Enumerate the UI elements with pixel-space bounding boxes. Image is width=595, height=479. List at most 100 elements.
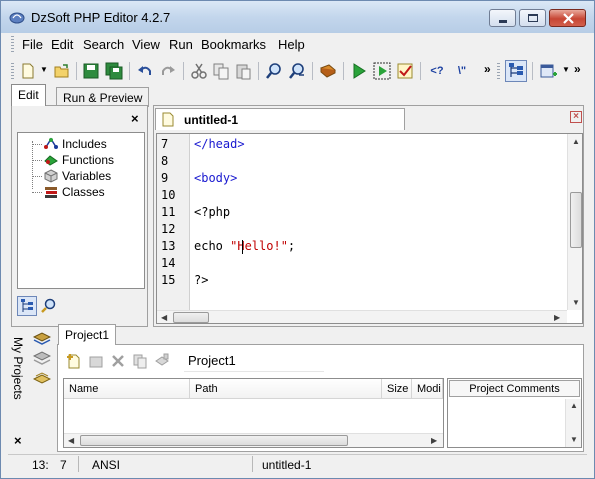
scroll-down-arrow[interactable]: ▼ bbox=[572, 298, 580, 307]
tree-item-includes[interactable]: Includes bbox=[32, 136, 107, 152]
column-header-size[interactable]: Size bbox=[382, 379, 412, 399]
project-settings-button[interactable] bbox=[152, 351, 172, 371]
toolbar-overflow-chevron[interactable]: » bbox=[574, 62, 581, 76]
tree-view-toggle[interactable] bbox=[505, 60, 527, 82]
scroll-thumb[interactable] bbox=[80, 435, 348, 446]
title-bar[interactable]: DzSoft PHP Editor 4.2.7 bbox=[1, 1, 594, 33]
save-button[interactable] bbox=[81, 61, 101, 81]
line-number: 11 bbox=[161, 205, 176, 219]
new-dropdown-icon[interactable]: ▼ bbox=[40, 65, 48, 74]
document-tab[interactable]: untitled-1 bbox=[155, 108, 405, 130]
code-string: "Hello!" bbox=[230, 239, 288, 253]
save-all-icon bbox=[105, 62, 123, 80]
open-file-button[interactable] bbox=[52, 61, 72, 81]
scroll-down-arrow[interactable]: ▼ bbox=[570, 435, 578, 444]
my-projects-label[interactable]: My Projects bbox=[11, 337, 25, 400]
code-editor[interactable]: 7 8 9 10 11 12 13 14 15 </head> <body> <… bbox=[156, 133, 583, 324]
toolbar-grip[interactable] bbox=[497, 63, 500, 80]
template-dropdown-icon[interactable]: ▼ bbox=[562, 65, 570, 74]
scroll-left-arrow[interactable]: ◀ bbox=[161, 313, 167, 322]
run-frame-icon bbox=[373, 62, 391, 80]
escape-quote-button[interactable]: \" bbox=[452, 61, 472, 81]
toolbar-grip[interactable] bbox=[11, 63, 14, 80]
editor-vertical-scrollbar[interactable]: ▲ ▼ bbox=[567, 134, 582, 310]
open-folder-icon bbox=[54, 64, 69, 78]
menu-help[interactable]: Help bbox=[278, 37, 305, 52]
menu-bookmarks[interactable]: Bookmarks bbox=[201, 37, 266, 52]
menu-run[interactable]: Run bbox=[169, 37, 193, 52]
insert-template-button[interactable] bbox=[538, 61, 558, 81]
tab-edit[interactable]: Edit bbox=[11, 84, 46, 106]
copy-file-button[interactable] bbox=[130, 351, 150, 371]
menu-search[interactable]: Search bbox=[83, 37, 124, 52]
menu-file[interactable]: File bbox=[22, 37, 43, 52]
file-list-horizontal-scrollbar[interactable]: ◀ ▶ bbox=[64, 433, 443, 447]
redo-button[interactable] bbox=[158, 61, 178, 81]
tree-item-label: Variables bbox=[62, 169, 112, 183]
copy-icon bbox=[213, 63, 229, 80]
tree-item-classes[interactable]: Classes bbox=[32, 184, 105, 200]
find-button[interactable] bbox=[264, 61, 284, 81]
classes-icon bbox=[45, 187, 57, 198]
undo-button[interactable] bbox=[135, 61, 155, 81]
menu-edit[interactable]: Edit bbox=[51, 37, 73, 52]
functions-icon bbox=[44, 155, 58, 166]
project-comments-box[interactable]: Project Comments ▲ ▼ bbox=[447, 378, 582, 448]
document-icon bbox=[162, 112, 174, 127]
line-number: 12 bbox=[161, 222, 176, 236]
close-document-button[interactable]: × bbox=[570, 111, 582, 123]
close-window-button[interactable] bbox=[549, 9, 586, 27]
maximize-button[interactable] bbox=[519, 9, 546, 27]
replace-button[interactable] bbox=[287, 61, 307, 81]
syntax-check-button[interactable] bbox=[395, 61, 415, 81]
scroll-right-arrow[interactable]: ▶ bbox=[431, 436, 437, 445]
scroll-up-arrow[interactable]: ▲ bbox=[570, 401, 578, 410]
scroll-right-arrow[interactable]: ▶ bbox=[554, 313, 560, 322]
app-window: DzSoft PHP Editor 4.2.7 File Edit Search… bbox=[0, 0, 595, 479]
project-files-icon[interactable] bbox=[33, 371, 51, 387]
scroll-left-arrow[interactable]: ◀ bbox=[68, 436, 74, 445]
play-icon bbox=[353, 63, 366, 79]
minimize-button[interactable] bbox=[489, 9, 516, 27]
scroll-thumb[interactable] bbox=[173, 312, 209, 323]
cut-button[interactable] bbox=[189, 61, 209, 81]
comments-vertical-scrollbar[interactable]: ▲ ▼ bbox=[565, 399, 581, 447]
project-layers-icon[interactable] bbox=[33, 351, 51, 367]
run-debug-button[interactable] bbox=[372, 61, 392, 81]
toolbar-separator bbox=[420, 62, 421, 80]
tree-view-button[interactable] bbox=[17, 296, 37, 316]
save-all-button[interactable] bbox=[104, 61, 124, 81]
scroll-up-arrow[interactable]: ▲ bbox=[572, 137, 580, 146]
column-header-name[interactable]: Name bbox=[64, 379, 190, 399]
project-stack-icon[interactable] bbox=[33, 331, 51, 347]
copy-button[interactable] bbox=[211, 61, 231, 81]
tree-item-label: Classes bbox=[62, 185, 105, 199]
toolbar-overflow-chevron[interactable]: » bbox=[484, 62, 491, 76]
editor-horizontal-scrollbar[interactable]: ◀ ▶ bbox=[157, 310, 567, 323]
tab-run-preview[interactable]: Run & Preview bbox=[56, 87, 150, 107]
tab-project1[interactable]: Project1 bbox=[58, 324, 117, 345]
php-reference-button[interactable] bbox=[318, 61, 338, 81]
scroll-thumb[interactable] bbox=[570, 192, 582, 248]
new-folder-button[interactable] bbox=[86, 351, 106, 371]
column-header-path[interactable]: Path bbox=[190, 379, 382, 399]
project-file-list[interactable]: Name Path Size Modi ◀ ▶ bbox=[63, 378, 444, 448]
menu-view[interactable]: View bbox=[132, 37, 160, 52]
run-button[interactable] bbox=[349, 61, 369, 81]
line-number: 14 bbox=[161, 256, 176, 270]
php-tag-button[interactable]: <? bbox=[426, 61, 448, 81]
close-projects-button[interactable]: × bbox=[14, 433, 22, 448]
close-explorer-button[interactable]: × bbox=[131, 111, 139, 126]
project-name-field[interactable]: Project1 bbox=[184, 350, 324, 372]
new-file-button[interactable] bbox=[18, 61, 38, 81]
add-file-button[interactable] bbox=[64, 351, 84, 371]
remove-file-button[interactable] bbox=[108, 351, 128, 371]
column-header-modified[interactable]: Modi bbox=[412, 379, 443, 399]
code-line: <body> bbox=[194, 171, 238, 185]
paste-button[interactable] bbox=[233, 61, 253, 81]
app-logo-icon bbox=[9, 12, 25, 24]
search-tree-button[interactable] bbox=[39, 296, 59, 316]
tree-item-functions[interactable]: Functions bbox=[32, 152, 114, 168]
menubar-grip[interactable] bbox=[11, 36, 14, 52]
tree-item-variables[interactable]: Variables bbox=[32, 168, 111, 184]
